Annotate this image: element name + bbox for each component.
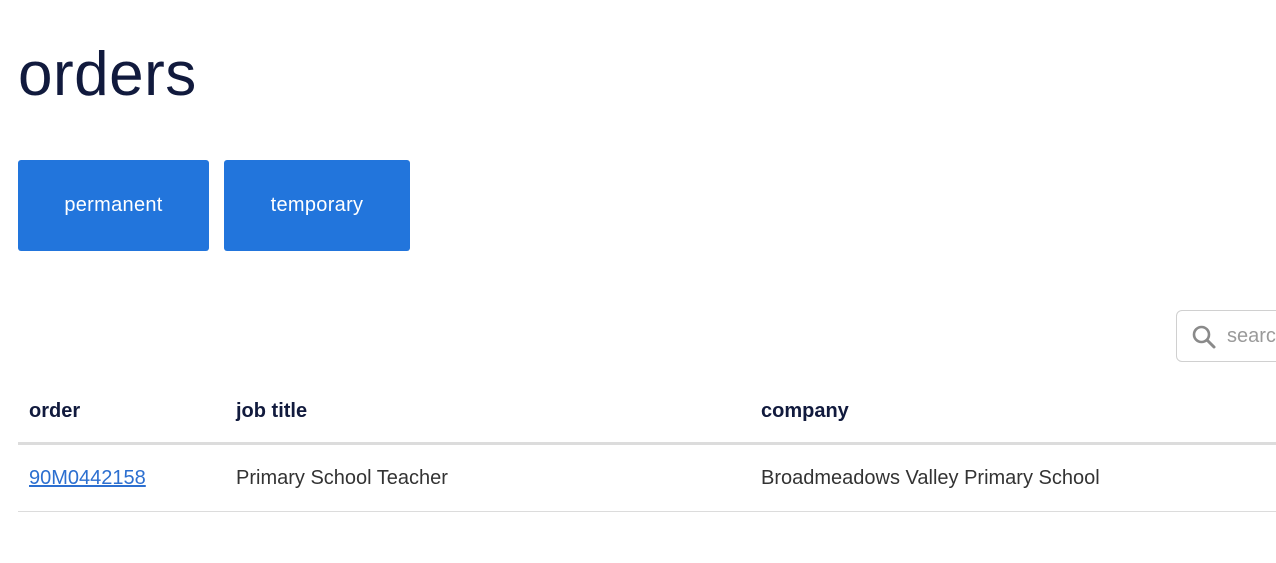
- table-row: 90M0442158 Primary School Teacher Broadm…: [18, 443, 1276, 512]
- orders-table: order job title company 90M0442158 Prima…: [18, 380, 1276, 512]
- order-link[interactable]: 90M0442158: [29, 467, 146, 489]
- column-header-job-title[interactable]: job title: [225, 380, 750, 445]
- permanent-button[interactable]: permanent: [18, 160, 209, 251]
- column-header-order[interactable]: order: [18, 380, 225, 445]
- page-title: orders: [18, 40, 197, 109]
- search-input[interactable]: [1227, 323, 1276, 349]
- order-cell: 90M0442158: [18, 443, 225, 512]
- search-box[interactable]: [1176, 310, 1276, 362]
- column-header-company[interactable]: company: [750, 380, 1276, 445]
- page: orders permanent temporary order job tit…: [0, 0, 1276, 563]
- job-title-cell: Primary School Teacher: [225, 443, 750, 512]
- temporary-button[interactable]: temporary: [224, 160, 410, 251]
- search-icon: [1192, 325, 1216, 349]
- table-header-row: order job title company: [18, 380, 1276, 445]
- company-cell: Broadmeadows Valley Primary School: [750, 443, 1276, 512]
